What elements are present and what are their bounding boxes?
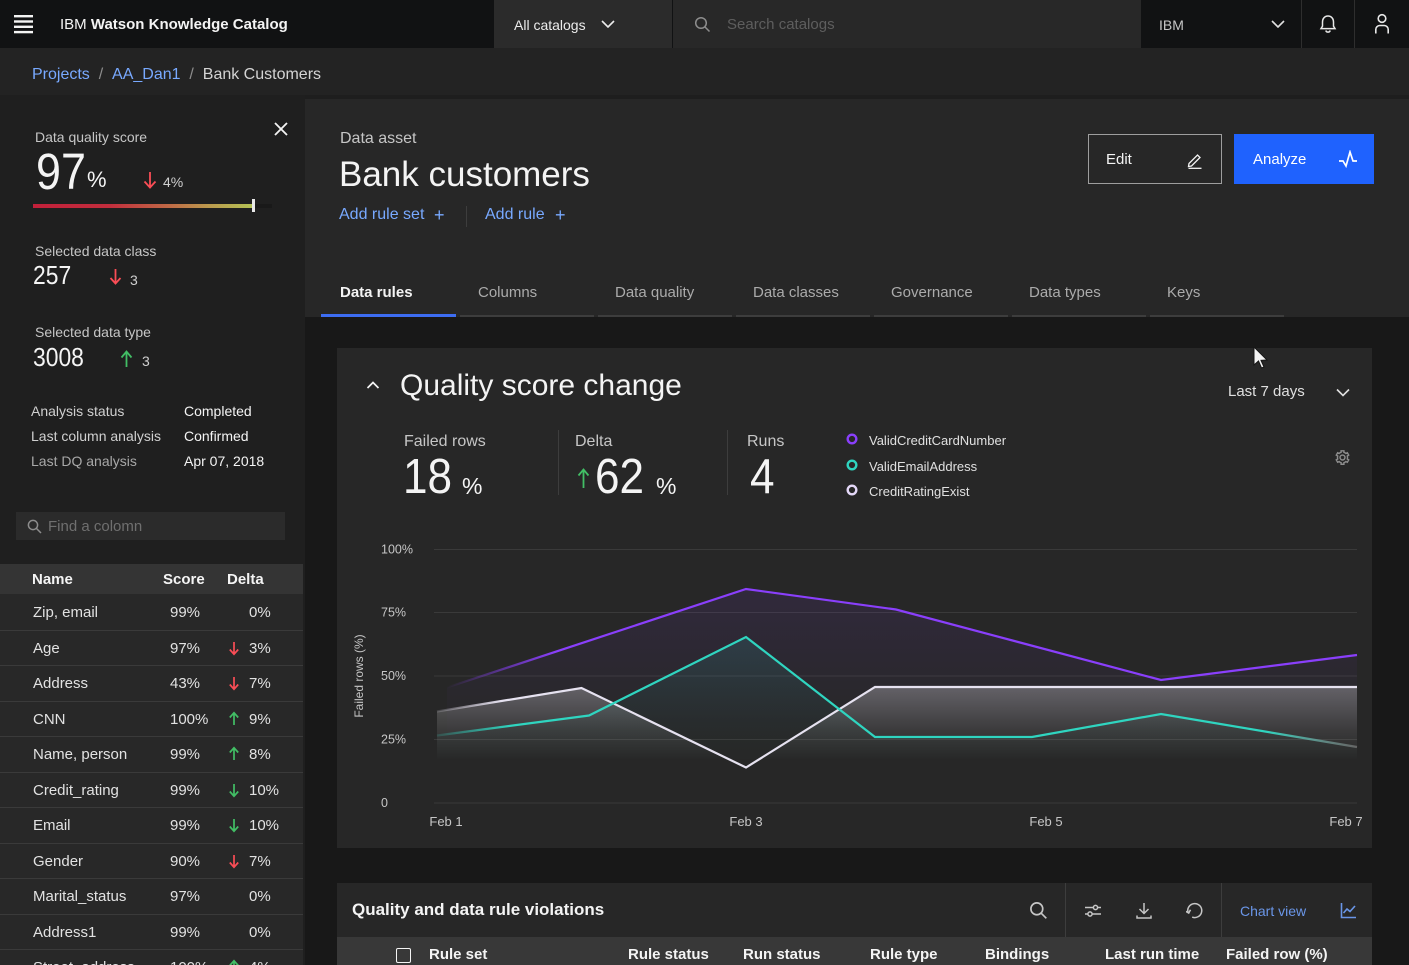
svg-text:25%: 25% xyxy=(381,733,406,747)
svg-text:Feb 3: Feb 3 xyxy=(729,814,762,829)
svg-text:100%: 100% xyxy=(381,543,413,557)
svg-text:Feb 1: Feb 1 xyxy=(429,814,462,829)
svg-text:Failed rows (%): Failed rows (%) xyxy=(352,634,366,717)
svg-text:Feb 7: Feb 7 xyxy=(1329,814,1362,829)
svg-text:0: 0 xyxy=(381,796,388,810)
svg-text:50%: 50% xyxy=(381,669,406,683)
svg-text:Feb 5: Feb 5 xyxy=(1029,814,1062,829)
svg-text:75%: 75% xyxy=(381,606,406,620)
